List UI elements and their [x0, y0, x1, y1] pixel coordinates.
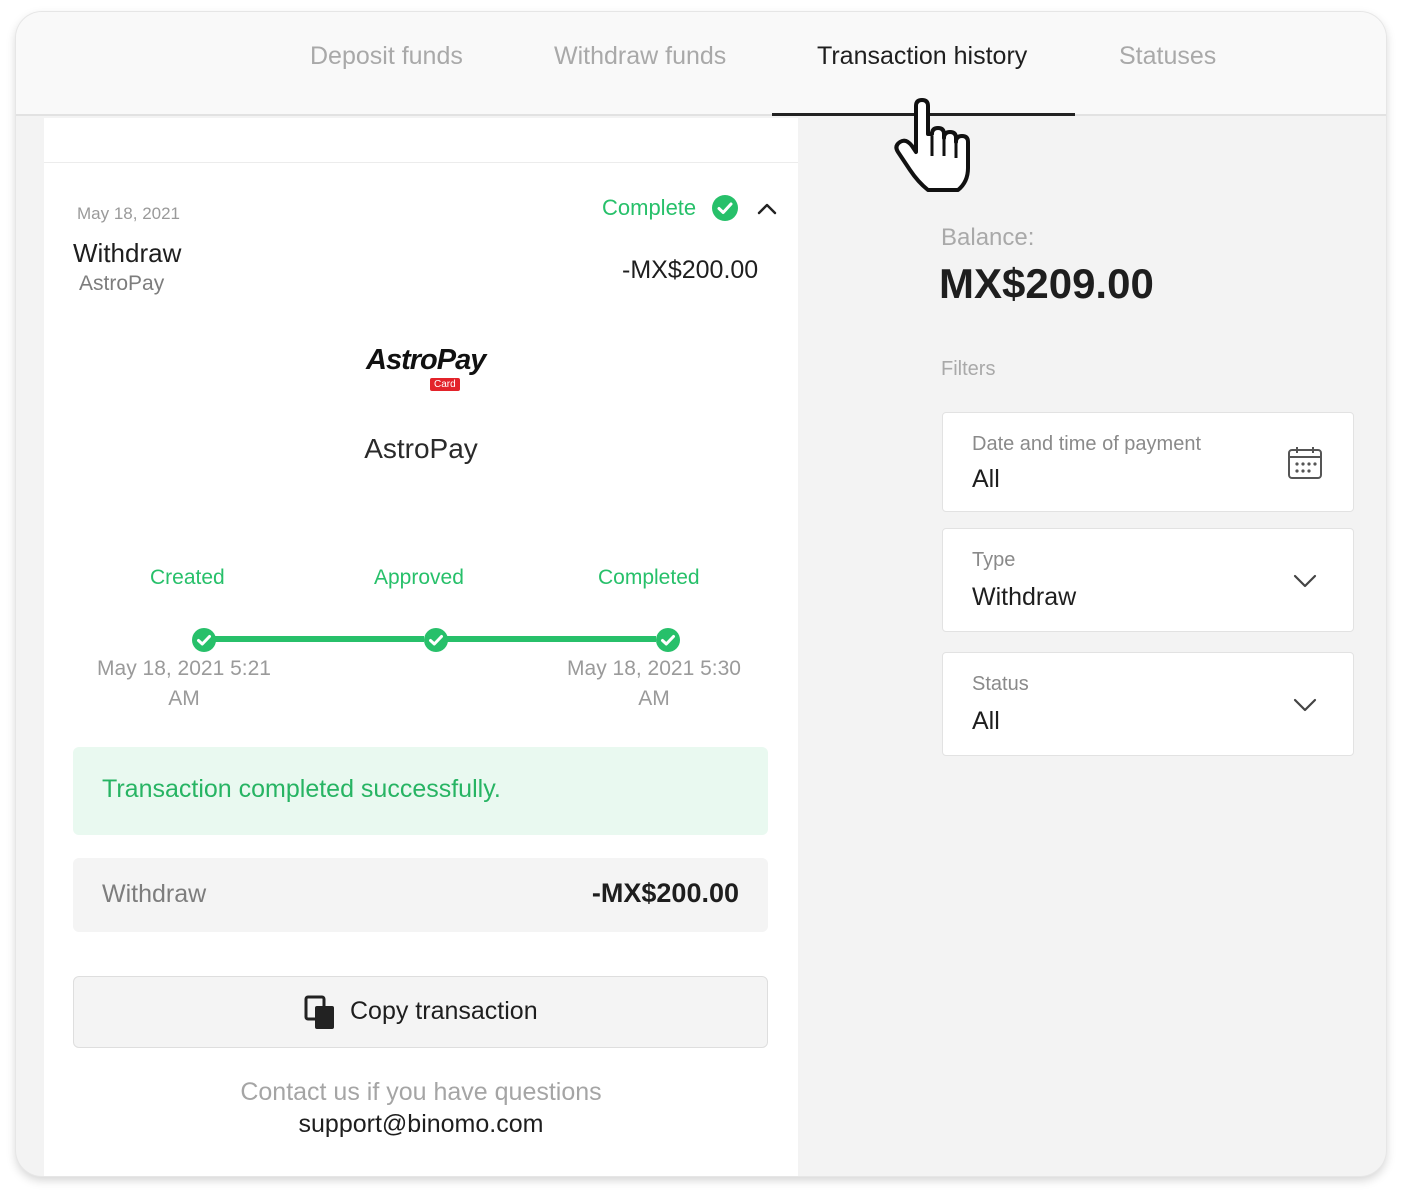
chevron-up-icon[interactable]: [756, 198, 778, 220]
progress-line: [436, 636, 656, 642]
filter-value: Withdraw: [972, 583, 1077, 611]
balance-label: Balance:: [941, 224, 1035, 251]
filter-label: Date and time of payment: [972, 433, 1202, 455]
step-label-created: Created: [150, 566, 225, 589]
success-message: Transaction completed successfully.: [102, 775, 501, 803]
tab-deposit-funds[interactable]: Deposit funds: [310, 42, 463, 71]
step-label-approved: Approved: [374, 566, 464, 589]
filter-label: Type: [972, 549, 1016, 571]
calendar-icon: [1287, 445, 1323, 481]
copy-transaction-button[interactable]: Copy transaction: [73, 976, 768, 1048]
logo-badge: Card: [430, 378, 460, 391]
check-circle-icon: [712, 195, 738, 221]
tab-withdraw-funds[interactable]: Withdraw funds: [554, 42, 726, 71]
step-check-icon: [192, 628, 216, 652]
step-label-completed: Completed: [598, 566, 700, 589]
step-time-completed: May 18, 2021 5:30 AM: [567, 657, 741, 710]
provider-name: AstroPay: [364, 433, 478, 464]
chevron-down-icon: [1287, 687, 1323, 723]
transaction-type-title: Withdraw: [73, 238, 182, 268]
transaction-method: AstroPay: [79, 272, 165, 295]
divider: [44, 162, 798, 163]
filters-label: Filters: [941, 358, 996, 380]
transaction-detail-panel: May 18, 2021 Complete Withdraw AstroPay …: [44, 118, 798, 1176]
filter-type[interactable]: Type Withdraw: [942, 528, 1354, 632]
filter-status[interactable]: Status All: [942, 652, 1354, 756]
filter-label: Status: [972, 673, 1029, 695]
tab-bar: Deposit funds Withdraw funds Transaction…: [16, 12, 1386, 116]
step-time-created: May 18, 2021 5:21 AM: [97, 657, 271, 710]
tab-transaction-history[interactable]: Transaction history: [817, 42, 1027, 71]
astropay-logo: AstroPay Card: [364, 338, 486, 398]
filter-value: All: [972, 707, 1000, 735]
filter-value: All: [972, 465, 1000, 493]
app-window: Deposit funds Withdraw funds Transaction…: [16, 12, 1386, 1176]
balance-value: MX$209.00: [939, 260, 1154, 307]
summary-amount: -MX$200.00: [591, 878, 739, 908]
hand-cursor-icon: [894, 98, 974, 196]
logo-text: AstroPay: [366, 344, 486, 376]
success-banner: Transaction completed successfully.: [73, 747, 768, 835]
tab-statuses[interactable]: Statuses: [1119, 42, 1216, 71]
progress-line: [204, 636, 424, 642]
summary-label: Withdraw: [102, 880, 207, 908]
step-check-icon: [424, 628, 448, 652]
support-email-link[interactable]: support@binomo.com: [44, 1110, 798, 1139]
transaction-amount: -MX$200.00: [622, 256, 759, 284]
transaction-date: May 18, 2021: [77, 204, 181, 223]
contact-text: Contact us if you have questions: [240, 1078, 602, 1106]
copy-transaction-label: Copy transaction: [350, 997, 538, 1025]
transaction-summary: Withdraw -MX$200.00: [73, 858, 768, 932]
transaction-status: Complete: [602, 195, 697, 220]
step-check-icon: [656, 628, 680, 652]
copy-icon: [304, 995, 338, 1031]
chevron-down-icon: [1287, 563, 1323, 599]
filter-date-time[interactable]: Date and time of payment All: [942, 412, 1354, 512]
